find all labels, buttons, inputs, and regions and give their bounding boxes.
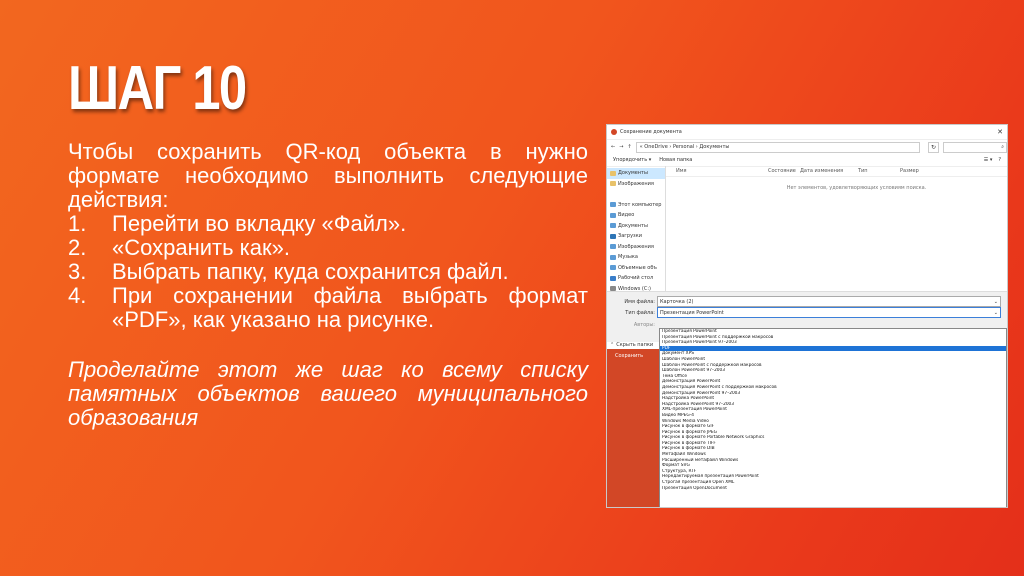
- column-header[interactable]: Дата изменения: [800, 168, 858, 174]
- chevron-down-icon: ⌄: [993, 298, 998, 305]
- folder-icon: [610, 223, 616, 229]
- step-text: При сохранении файла выбрать формат «PDF…: [112, 283, 588, 332]
- sidebar-item-label: Документы: [618, 222, 648, 229]
- sidebar-item-label: Изображения: [618, 180, 654, 187]
- filename-field[interactable]: Карточка (2) ⌄: [657, 296, 1001, 307]
- folder-icon: [610, 170, 616, 176]
- sidebar-item[interactable]: Изображения: [607, 179, 665, 190]
- chevron-down-icon: ⌄: [993, 309, 998, 316]
- dialog-titlebar: Сохранение документа ✕: [607, 125, 1007, 140]
- up-arrow-icon[interactable]: ↑: [627, 144, 631, 150]
- folder-icon: [610, 233, 616, 239]
- sidebar-item-label: Объемные объ: [618, 264, 657, 271]
- sidebar-item[interactable]: Объемные объ: [607, 263, 665, 274]
- filetype-option[interactable]: Презентация OpenDocument: [660, 486, 1006, 492]
- sidebar-item-label: Изображения: [618, 243, 654, 250]
- save-menu-item[interactable]: Сохранить: [615, 353, 643, 359]
- sidebar-item[interactable]: Музыка: [607, 252, 665, 263]
- hide-folders-label: Скрыть папки: [616, 342, 654, 348]
- sidebar-item-label: Документы: [618, 170, 648, 177]
- filename-value: Карточка (2): [660, 298, 694, 305]
- dialog-title: Сохранение документа: [620, 129, 682, 135]
- step-text: Перейти во вкладку «Файл».: [112, 211, 407, 236]
- folder-icon: [610, 265, 616, 271]
- list-item: 3. Выбрать папку, куда сохранится файл.: [68, 260, 588, 284]
- sidebar-item-label: Музыка: [618, 254, 638, 261]
- search-icon: ⌕: [1001, 144, 1004, 150]
- intro-text: Чтобы сохранить QR-код объекта в нужно ф…: [68, 139, 588, 212]
- close-icon[interactable]: ✕: [993, 128, 1007, 136]
- column-header[interactable]: Имя: [666, 168, 768, 174]
- column-header[interactable]: Состояние: [768, 168, 800, 174]
- file-list: Имя Состояние Дата изменения Тип Размер …: [666, 166, 1007, 291]
- step-text: «Сохранить как».: [112, 235, 290, 260]
- filetype-select[interactable]: Презентация PowerPoint ⌄: [657, 307, 1001, 318]
- nav-bar: ← → ↑ « OneDrive › Personal › Документы …: [607, 140, 1007, 154]
- filename-row: Имя файла: Карточка (2) ⌄: [607, 296, 1007, 307]
- sidebar-item-label: Видео: [618, 212, 635, 219]
- list-item: 1. Перейти во вкладку «Файл».: [68, 212, 588, 236]
- sidebar-item: [607, 189, 665, 200]
- folder-icon: [610, 202, 616, 208]
- sidebar-item[interactable]: Рабочий стол: [607, 273, 665, 284]
- folder-icon: [610, 181, 616, 187]
- sidebar-item-label: Рабочий стол: [618, 275, 654, 282]
- organize-button[interactable]: Упорядочить ▾: [613, 157, 651, 163]
- step-number: 4.: [68, 283, 87, 308]
- filetype-row: Тип файла: Презентация PowerPoint ⌄: [607, 307, 1007, 318]
- folder-icon: [610, 275, 616, 281]
- column-headers: Имя Состояние Дата изменения Тип Размер: [666, 166, 1007, 177]
- filetype-value: Презентация PowerPoint: [660, 309, 724, 316]
- sidebar-item[interactable]: Видео: [607, 210, 665, 221]
- slide-body: Чтобы сохранить QR-код объекта в нужно ф…: [68, 140, 588, 430]
- view-button[interactable]: ☰ ▾: [984, 157, 993, 163]
- sidebar-item[interactable]: Загрузки: [607, 231, 665, 242]
- help-button[interactable]: ?: [998, 157, 1001, 163]
- step-text: Выбрать папку, куда сохранится файл.: [112, 259, 509, 284]
- powerpoint-icon: [611, 129, 617, 135]
- step-number: 1.: [68, 211, 87, 236]
- sidebar-item[interactable]: Документы: [607, 221, 665, 232]
- note-text: Проделайте этот же шаг ко всему списку п…: [68, 357, 588, 430]
- folder-icon: [610, 254, 616, 260]
- chevron-up-icon: ⌃: [610, 342, 615, 348]
- filename-label: Имя файла:: [624, 298, 655, 305]
- sidebar-item-label: Этот компьютер: [618, 201, 662, 208]
- list-item: 2. «Сохранить как».: [68, 236, 588, 260]
- steps-list: 1. Перейти во вкладку «Файл». 2. «Сохранит…: [68, 212, 588, 332]
- filetype-label: Тип файла:: [625, 309, 655, 316]
- step-number: 3.: [68, 259, 87, 284]
- list-item: 4. При сохранении файла выбрать формат «P…: [68, 284, 588, 332]
- empty-message: Нет элементов, удовлетворяющих условиям …: [786, 185, 927, 191]
- authors-label: Авторы:: [633, 322, 655, 328]
- step-number: 2.: [68, 235, 87, 260]
- save-dialog-screenshot: Сохранение документа ✕ ← → ↑ « OneDrive …: [607, 125, 1007, 507]
- backstage-panel: Сохранить: [607, 349, 659, 507]
- folder-icon: [610, 244, 616, 250]
- address-bar[interactable]: « OneDrive › Personal › Документы: [635, 141, 920, 153]
- column-header[interactable]: Тип: [858, 168, 900, 174]
- browser-area: Документы Изображения Этот компьютер Видео Д…: [607, 166, 1007, 292]
- refresh-icon[interactable]: ↻: [928, 141, 939, 153]
- forward-arrow-icon[interactable]: →: [619, 144, 623, 150]
- filetype-dropdown-list[interactable]: Презентация PowerPoint Презентация PowerP…: [659, 328, 1007, 507]
- search-input[interactable]: ⌕: [943, 141, 1007, 153]
- sidebar-item[interactable]: Изображения: [607, 242, 665, 253]
- sidebar-item-label: Загрузки: [618, 233, 642, 240]
- sidebar-item[interactable]: Документы: [607, 168, 665, 179]
- folder-icon: [610, 212, 616, 218]
- new-folder-button[interactable]: Новая папка: [659, 157, 692, 163]
- column-header[interactable]: Размер: [900, 168, 940, 174]
- sidebar-item[interactable]: Этот компьютер: [607, 200, 665, 211]
- navigation-pane: Документы Изображения Этот компьютер Видео Д…: [607, 166, 666, 292]
- back-arrow-icon[interactable]: ←: [611, 144, 615, 150]
- slide-title: ШАГ 10: [68, 54, 247, 123]
